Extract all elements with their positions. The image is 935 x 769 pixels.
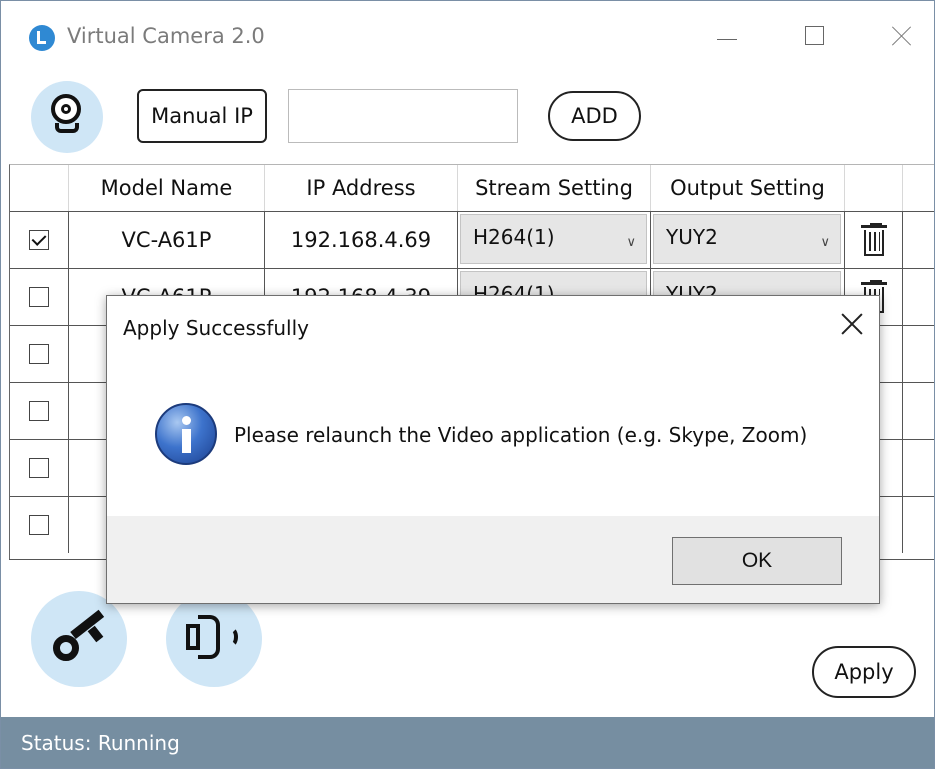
dialog-title: Apply Successfully: [123, 316, 309, 340]
info-icon: [155, 403, 217, 465]
header-delete: [845, 165, 903, 211]
header-model-name: Model Name: [69, 165, 265, 211]
stream-setting-select[interactable]: H264(1)∨: [460, 214, 647, 264]
header-output-setting: Output Setting: [651, 165, 845, 211]
model-name-cell: VC-A61P: [69, 212, 265, 268]
title-bar: Virtual Camera 2.0: [1, 1, 934, 69]
row-checkbox[interactable]: [29, 287, 49, 307]
chevron-down-icon: ∨: [626, 235, 636, 250]
close-button[interactable]: [881, 19, 921, 55]
dialog-close-icon[interactable]: [837, 310, 867, 340]
apply-button[interactable]: Apply: [812, 646, 916, 698]
dialog-footer: OK: [107, 516, 879, 603]
key-icon[interactable]: [31, 591, 127, 687]
header-stream-setting: Stream Setting: [458, 165, 651, 211]
ip-address-cell: 192.168.4.69: [265, 212, 458, 268]
row-checkbox[interactable]: [29, 230, 49, 250]
row-checkbox[interactable]: [29, 401, 49, 421]
app-logo-icon: [29, 25, 55, 51]
status-text: Status: Running: [21, 731, 180, 755]
ok-button[interactable]: OK: [672, 537, 842, 585]
webcam-icon[interactable]: [31, 81, 103, 153]
header-select: [10, 165, 69, 211]
minimize-button[interactable]: [707, 19, 747, 55]
row-checkbox[interactable]: [29, 515, 49, 535]
header-ip-address: IP Address: [265, 165, 458, 211]
trash-icon[interactable]: [860, 223, 887, 257]
apply-success-dialog: Apply Successfully Please relaunch the V…: [106, 295, 880, 604]
speaker-icon[interactable]: [166, 591, 262, 687]
dialog-message: Please relaunch the Video application (e…: [234, 423, 808, 447]
table-row: VC-A61P 192.168.4.69 H264(1) ∨ YUY2 ∨: [10, 211, 934, 268]
manual-ip-button[interactable]: Manual IP: [137, 89, 267, 143]
chevron-down-icon: ∨: [820, 235, 830, 250]
app-window: Virtual Camera 2.0 Manual IP ADD Model N…: [0, 0, 935, 769]
status-bar: Status: Running: [1, 717, 934, 768]
row-checkbox[interactable]: [29, 344, 49, 364]
output-setting-select[interactable]: YUY2∨: [653, 214, 841, 264]
add-button[interactable]: ADD: [548, 91, 641, 141]
ip-address-input[interactable]: [288, 89, 518, 143]
maximize-button[interactable]: [795, 19, 835, 55]
window-title: Virtual Camera 2.0: [67, 24, 265, 48]
row-checkbox[interactable]: [29, 458, 49, 478]
